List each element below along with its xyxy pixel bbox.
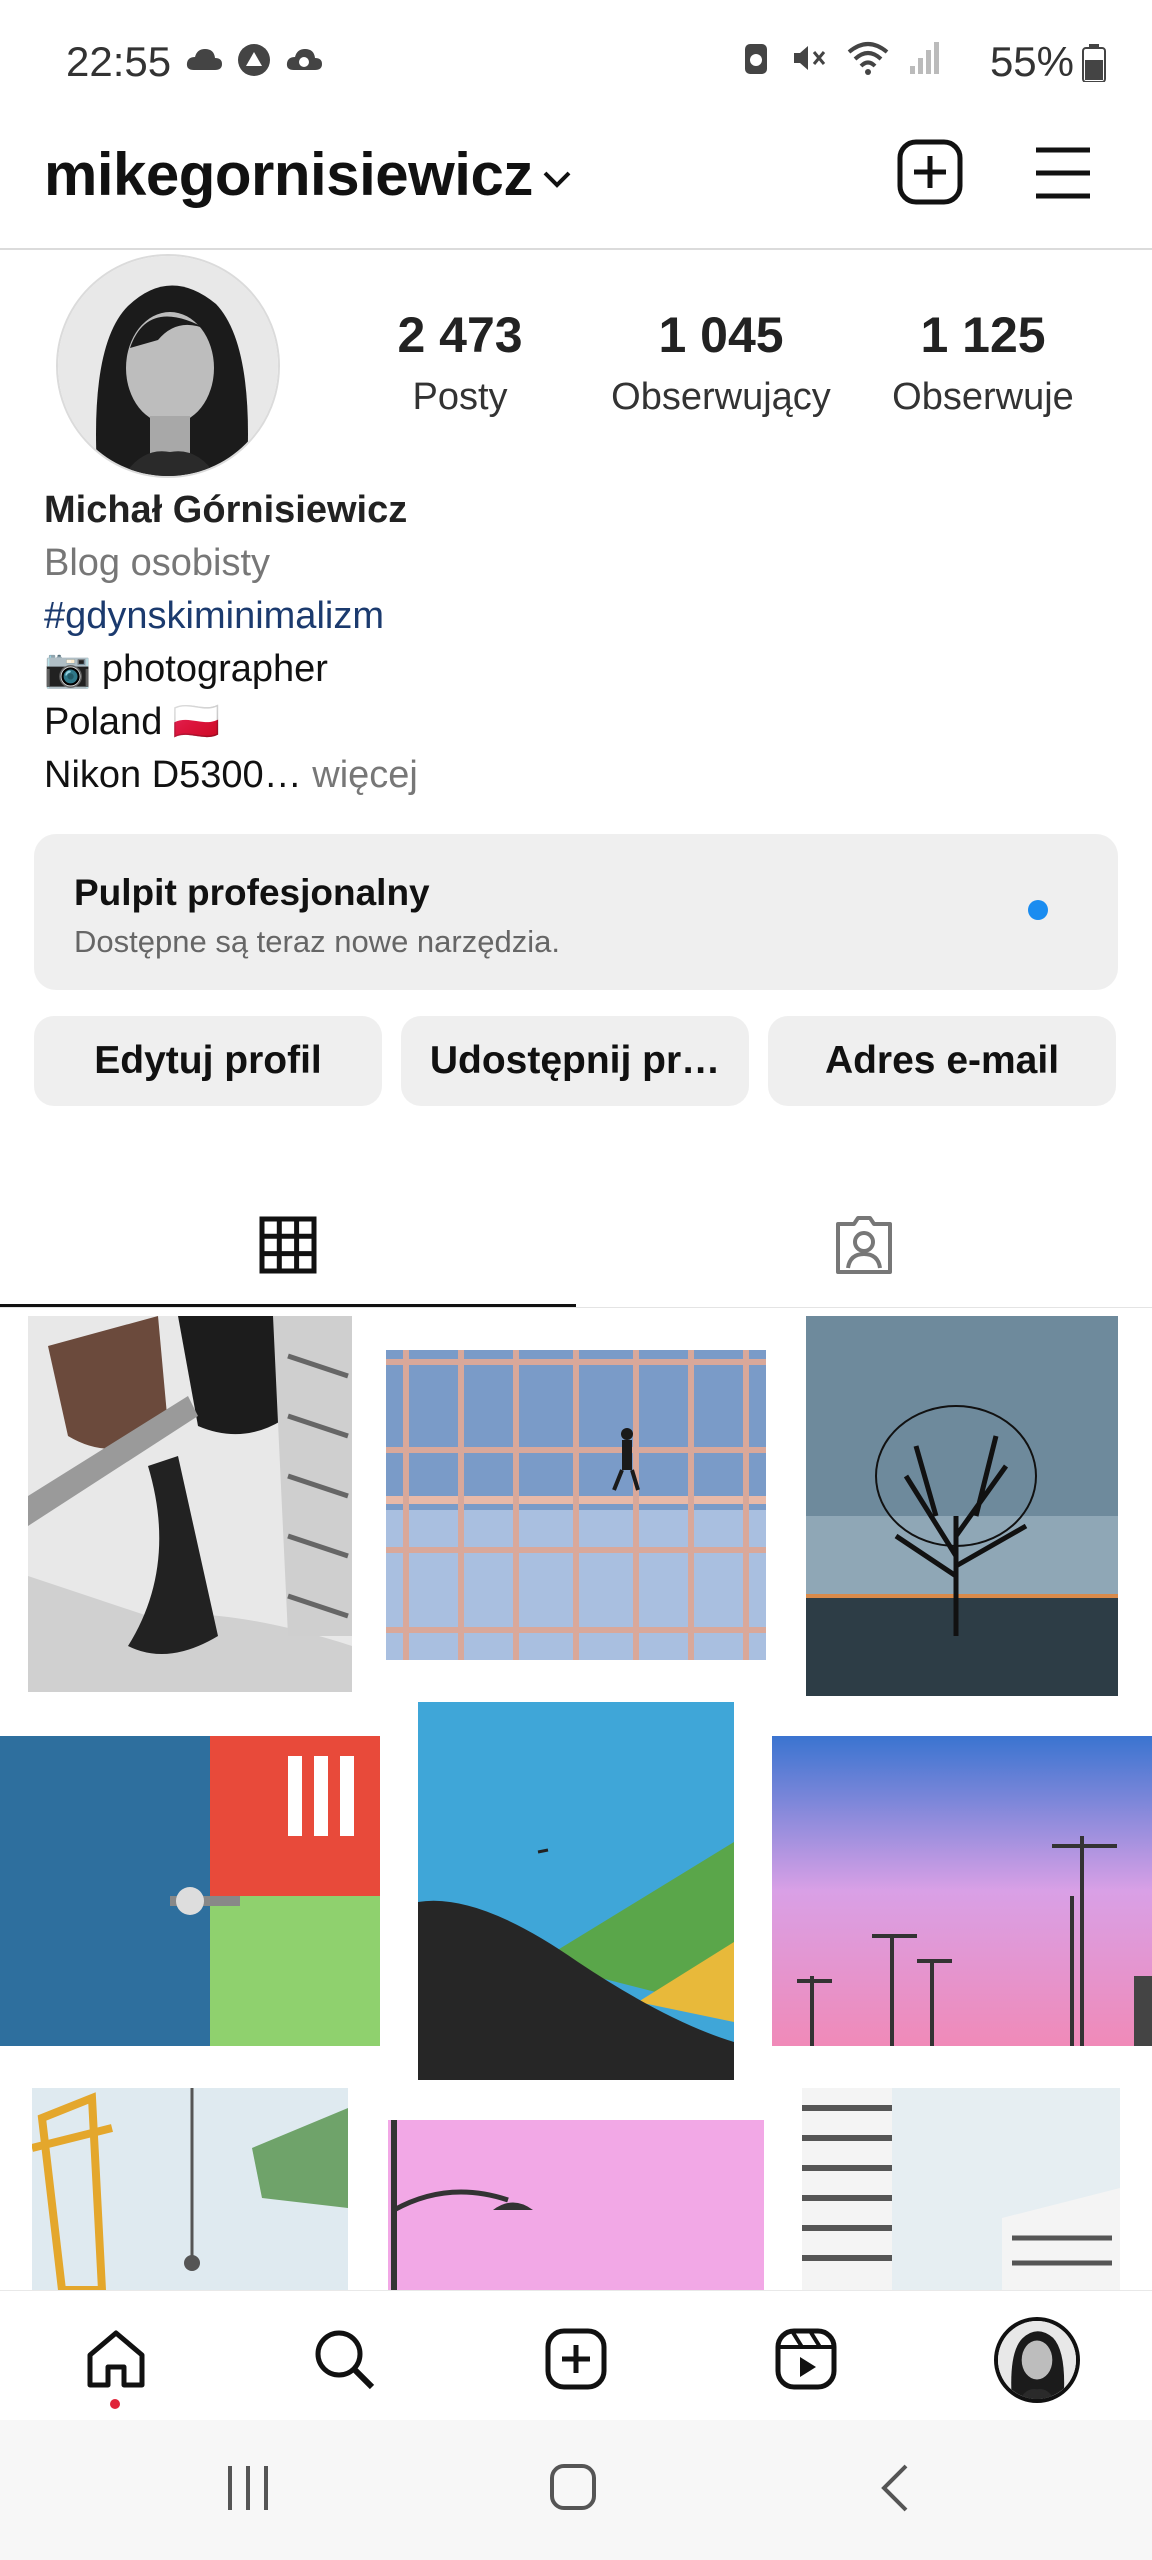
bio-more-link[interactable]: więcej <box>302 754 418 796</box>
grid-post-coal-pile[interactable] <box>418 1702 734 2080</box>
new-indicator-dot <box>1028 900 1048 920</box>
nav-profile-avatar[interactable] <box>994 2317 1080 2403</box>
tab-posts-grid[interactable] <box>0 1180 576 1310</box>
bottom-navigation <box>0 2290 1152 2420</box>
profile-header: mikegornisiewicz <box>0 120 1152 250</box>
alarm-icon <box>745 44 767 74</box>
nav-home[interactable] <box>76 2319 156 2399</box>
bio-line-camera: Nikon D5300… <box>44 754 302 796</box>
edit-profile-button[interactable]: Edytuj profil <box>34 1016 382 1106</box>
create-post-icon[interactable] <box>896 138 964 206</box>
battery-icon <box>1082 44 1106 82</box>
profile-category: Blog osobisty <box>44 542 271 584</box>
recent-apps-icon[interactable] <box>224 2462 272 2514</box>
tagged-person-icon <box>836 1216 892 1274</box>
following-label: Obserwuje <box>892 376 1074 418</box>
cloud-sync-icon <box>286 49 322 70</box>
bio-line-photographer: 📷 photographer <box>44 648 328 690</box>
tab-tagged[interactable] <box>576 1180 1152 1310</box>
profile-avatar[interactable] <box>56 254 280 478</box>
system-navigation-bar <box>0 2420 1152 2560</box>
active-tab-indicator <box>0 1304 576 1307</box>
app-notification-icon <box>238 44 270 76</box>
bio-line-country: Poland 🇵🇱 <box>44 701 221 743</box>
dashboard-subtitle: Dostępne są teraz nowe narzędzia. <box>74 924 560 959</box>
followers-count: 1 045 <box>658 307 784 363</box>
posts-count: 2 473 <box>397 307 523 363</box>
mute-icon <box>794 46 826 70</box>
profile-full-name: Michał Górnisiewicz <box>44 489 408 531</box>
status-bar: 22:55 55% <box>0 0 1152 120</box>
tabs-divider <box>0 1307 1152 1308</box>
profile-bio: Michał Górnisiewicz Blog osobisty #gdyns… <box>44 484 1104 802</box>
menu-icon[interactable] <box>1034 146 1092 200</box>
grid-post-cranes[interactable] <box>32 2088 348 2290</box>
grid-icon <box>259 1216 317 1274</box>
cloud-icon <box>186 49 222 70</box>
stat-following[interactable]: 1 125 Obserwuje <box>858 306 1108 419</box>
bio-line-camera-row: Nikon D5300… więcej <box>44 749 1104 802</box>
share-profile-button[interactable]: Udostępnij pr… <box>401 1016 749 1106</box>
search-icon <box>315 2330 375 2390</box>
grid-post-glass-building[interactable] <box>386 1350 766 1660</box>
following-count: 1 125 <box>920 307 1046 363</box>
grid-post-lone-tree[interactable] <box>806 1316 1118 1696</box>
reels-icon <box>775 2328 837 2390</box>
bio-hashtag-link[interactable]: #gdynskiminimalizm <box>44 590 1104 643</box>
wifi-icon <box>847 42 889 75</box>
followers-label: Obserwujący <box>611 376 831 418</box>
status-time: 22:55 <box>66 38 172 85</box>
nav-reels[interactable] <box>766 2319 846 2399</box>
account-username[interactable]: mikegornisiewicz <box>44 140 533 209</box>
grid-post-street-lamps[interactable] <box>772 1736 1152 2046</box>
status-notification-icons <box>184 40 324 80</box>
create-post-icon <box>545 2328 607 2390</box>
grid-post-excavator[interactable] <box>28 1316 352 1692</box>
professional-dashboard-card[interactable]: Pulpit profesjonalny Dostępne są teraz n… <box>34 834 1118 990</box>
nav-create[interactable] <box>536 2319 616 2399</box>
status-system-icons <box>742 38 942 78</box>
dashboard-title: Pulpit profesjonalny <box>74 872 430 913</box>
grid-post-colored-wall[interactable] <box>0 1736 380 2046</box>
battery-percentage: 55% <box>989 38 1074 85</box>
home-icon <box>87 2330 145 2388</box>
grid-post-apartment-blocks[interactable] <box>802 2088 1120 2290</box>
back-icon[interactable] <box>876 2462 916 2514</box>
stat-followers[interactable]: 1 045 Obserwujący <box>596 306 846 419</box>
posts-label: Posty <box>412 376 508 418</box>
stat-posts[interactable]: 2 473 Posty <box>335 306 585 419</box>
home-button-icon[interactable] <box>548 2462 598 2514</box>
signal-icon <box>910 42 939 74</box>
home-notification-dot <box>110 2399 120 2409</box>
grid-post-lamp-pink[interactable] <box>388 2120 764 2290</box>
email-button[interactable]: Adres e-mail <box>768 1016 1116 1106</box>
nav-search[interactable] <box>304 2319 384 2399</box>
chevron-down-icon[interactable] <box>540 162 574 196</box>
